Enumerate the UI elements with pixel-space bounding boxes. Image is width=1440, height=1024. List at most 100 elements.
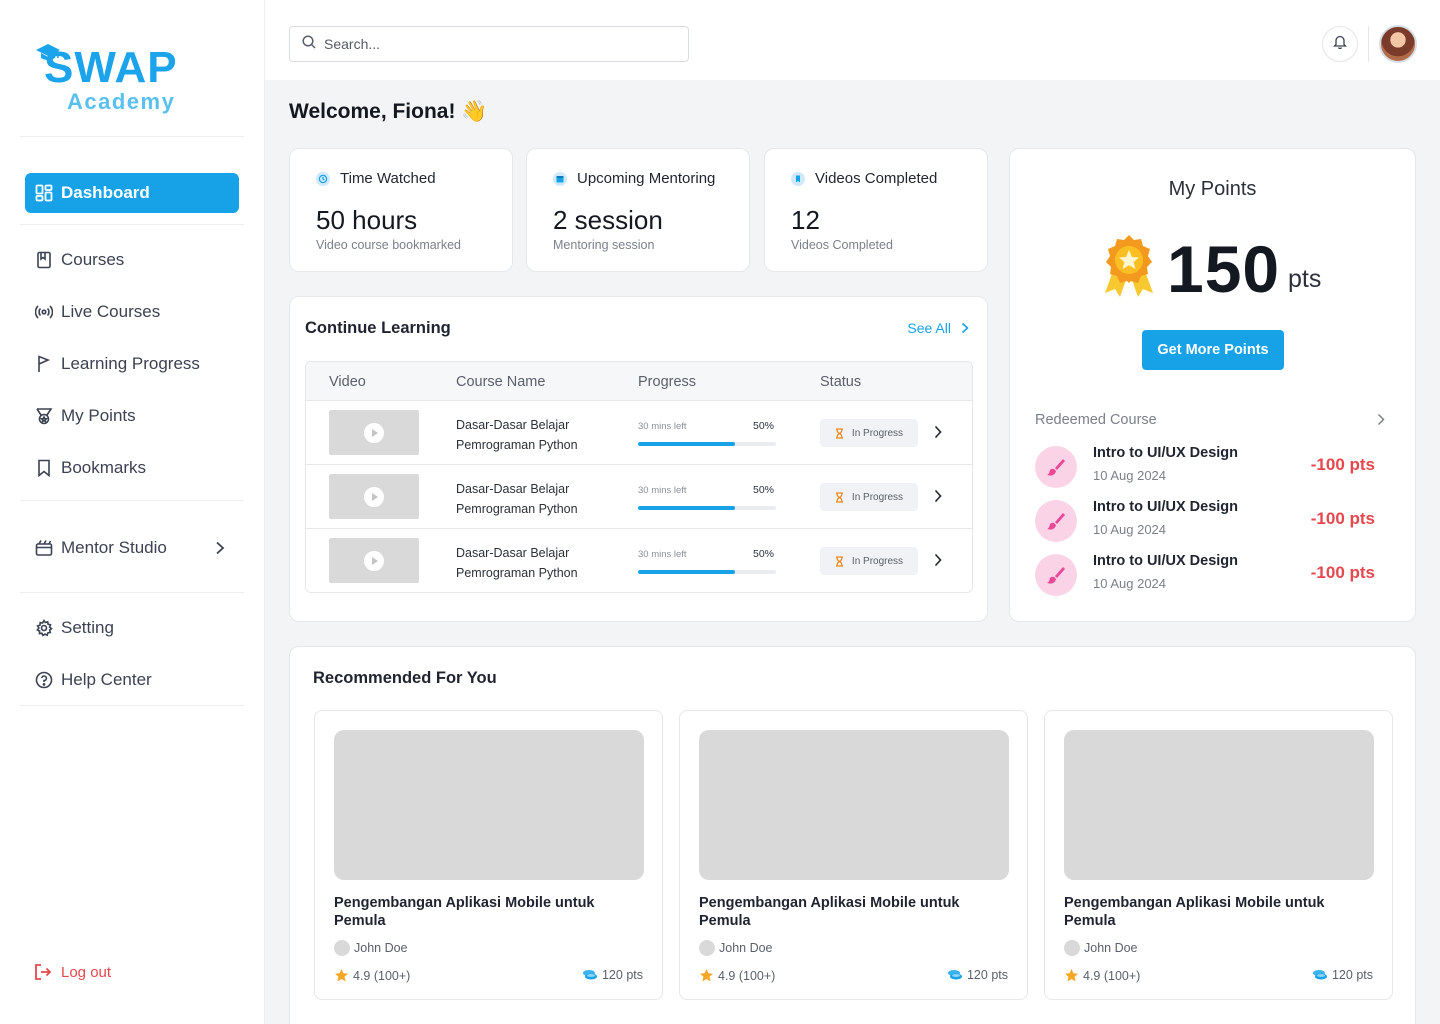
- status-badge: In Progress: [820, 419, 918, 447]
- progress-bar: [638, 570, 776, 574]
- stat-title: Videos Completed: [815, 170, 938, 187]
- header-divider: [1368, 26, 1369, 62]
- sidebar-item-learning-progress[interactable]: Learning Progress: [25, 344, 239, 384]
- paintbrush-icon: [1035, 446, 1077, 488]
- star-icon: [334, 968, 349, 983]
- redeemed-item[interactable]: Intro to UI/UX Design 10 Aug 2024 -100 p…: [1035, 553, 1385, 597]
- table-row[interactable]: Dasar-Dasar Belajar Pemrograman Python 3…: [306, 465, 972, 529]
- sidebar-item-courses[interactable]: Courses: [25, 240, 239, 280]
- redeemed-item[interactable]: Intro to UI/UX Design 10 Aug 2024 -100 p…: [1035, 499, 1385, 543]
- column-header: Video: [329, 374, 366, 390]
- user-avatar[interactable]: [1379, 25, 1417, 63]
- sidebar-item-my-points[interactable]: My Points: [25, 396, 239, 436]
- sidebar-item-label: Mentor Studio: [61, 538, 167, 557]
- progress-bar: [638, 506, 776, 510]
- course-image: [1064, 730, 1374, 880]
- redeemed-course-title: Redeemed Course: [1035, 412, 1157, 428]
- bookmark-badge-icon: [791, 171, 805, 186]
- progress-fill: [638, 506, 735, 510]
- video-thumbnail[interactable]: [329, 474, 419, 519]
- chevron-right-icon[interactable]: [934, 425, 942, 444]
- course-title: Pengembangan Aplikasi Mobile untuk Pemul…: [699, 895, 960, 929]
- rating-value: 4.9 (100+): [353, 968, 411, 983]
- continue-learning-title: Continue Learning: [305, 319, 451, 337]
- swap-academy-logo[interactable]: SWAP Academy: [34, 40, 194, 120]
- sidebar-item-dashboard[interactable]: Dashboard: [25, 173, 239, 213]
- logo-academy-text: Academy: [67, 89, 176, 114]
- video-thumbnail[interactable]: [329, 538, 419, 583]
- redeemed-course-name: Intro to UI/UX Design: [1093, 553, 1238, 569]
- redeemed-date: 10 Aug 2024: [1093, 576, 1167, 591]
- table-row[interactable]: Dasar-Dasar Belajar Pemrograman Python 3…: [306, 529, 972, 592]
- sidebar-item-setting[interactable]: Setting: [25, 608, 239, 648]
- column-header: Progress: [638, 374, 697, 390]
- course-rating: 4.9 (100+): [699, 968, 775, 983]
- search-box[interactable]: [289, 26, 689, 62]
- status-label: In Progress: [851, 427, 904, 439]
- time-left: 30 mins left: [638, 549, 687, 560]
- sidebar-divider: [20, 136, 244, 137]
- notification-button[interactable]: [1322, 26, 1358, 62]
- coins-icon: [947, 969, 963, 981]
- book-icon: [35, 251, 53, 269]
- sidebar-item-label: Setting: [61, 618, 114, 637]
- progress-percent: 50%: [753, 420, 775, 432]
- recommended-card: Recommended For You Pengembangan Aplikas…: [289, 646, 1416, 1024]
- course-title: Pengembangan Aplikasi Mobile untuk Pemul…: [334, 895, 595, 929]
- redeemed-course-name: Intro to UI/UX Design: [1093, 445, 1238, 461]
- sidebar-item-label: Learning Progress: [61, 354, 200, 373]
- sidebar-item-mentor-studio[interactable]: Mentor Studio: [25, 528, 239, 568]
- course-card[interactable]: Pengembangan Aplikasi Mobile untuk Pemul…: [679, 710, 1028, 1000]
- course-author: John Doe: [1064, 940, 1138, 956]
- redeemed-points: -100 pts: [1310, 455, 1375, 474]
- flag-icon: [35, 355, 53, 373]
- sidebar-item-label: My Points: [61, 406, 136, 425]
- table-header: Video Course Name Progress Status: [306, 362, 972, 401]
- column-header: Status: [820, 374, 862, 390]
- stat-card-time-watched: Time Watched 50 hours Video course bookm…: [289, 148, 513, 272]
- table-row[interactable]: Dasar-Dasar Belajar Pemrograman Python 3…: [306, 401, 972, 465]
- search-input[interactable]: [324, 36, 664, 52]
- author-name: John Doe: [1084, 941, 1138, 955]
- paintbrush-icon: [1035, 500, 1077, 542]
- coins-icon: [582, 969, 598, 981]
- star-icon: [699, 968, 714, 983]
- chevron-right-icon[interactable]: [934, 489, 942, 508]
- course-points: 120 pts: [582, 968, 643, 982]
- star-icon: [1064, 968, 1079, 983]
- stat-card-videos-completed: Videos Completed 12 Videos Completed: [764, 148, 988, 272]
- video-thumbnail[interactable]: [329, 410, 419, 455]
- see-all-label: See All: [907, 320, 951, 336]
- get-more-points-button[interactable]: Get More Points: [1142, 330, 1284, 370]
- sidebar-item-help-center[interactable]: Help Center: [25, 660, 239, 700]
- points-title: My Points: [1168, 178, 1257, 200]
- chevron-right-icon[interactable]: [1377, 413, 1385, 431]
- course-card[interactable]: Pengembangan Aplikasi Mobile untuk Pemul…: [314, 710, 663, 1000]
- sidebar: SWAP Academy Dashboard Courses Live Cour…: [0, 0, 265, 1024]
- bookmark-icon: [35, 459, 53, 477]
- logout-button[interactable]: Log out: [33, 962, 111, 982]
- redeemed-item[interactable]: Intro to UI/UX Design 10 Aug 2024 -100 p…: [1035, 445, 1385, 489]
- calendar-icon: [553, 171, 567, 186]
- stat-title: Time Watched: [340, 170, 436, 187]
- sidebar-item-label: Live Courses: [61, 302, 161, 321]
- logo-swap-text: SWAP: [44, 43, 178, 92]
- hourglass-icon: [835, 427, 844, 439]
- status-badge: In Progress: [820, 483, 918, 511]
- sidebar-item-live-courses[interactable]: Live Courses: [25, 292, 239, 332]
- author-name: John Doe: [719, 941, 773, 955]
- progress-bar: [638, 442, 776, 446]
- chevron-right-icon[interactable]: [934, 553, 942, 572]
- sidebar-divider: [20, 592, 244, 593]
- course-card[interactable]: Pengembangan Aplikasi Mobile untuk Pemul…: [1044, 710, 1393, 1000]
- stat-value: 50 hours: [316, 205, 418, 235]
- redeemed-points: -100 pts: [1310, 509, 1375, 528]
- redeemed-course-name: Intro to UI/UX Design: [1093, 499, 1238, 515]
- play-icon: [364, 422, 384, 443]
- clock-icon: [316, 171, 330, 186]
- course-name: Dasar-Dasar Belajar Pemrograman Python: [456, 418, 578, 452]
- logout-label: Log out: [61, 963, 112, 981]
- sidebar-divider: [20, 705, 244, 706]
- see-all-link[interactable]: See All: [907, 320, 969, 336]
- sidebar-item-bookmarks[interactable]: Bookmarks: [25, 448, 239, 488]
